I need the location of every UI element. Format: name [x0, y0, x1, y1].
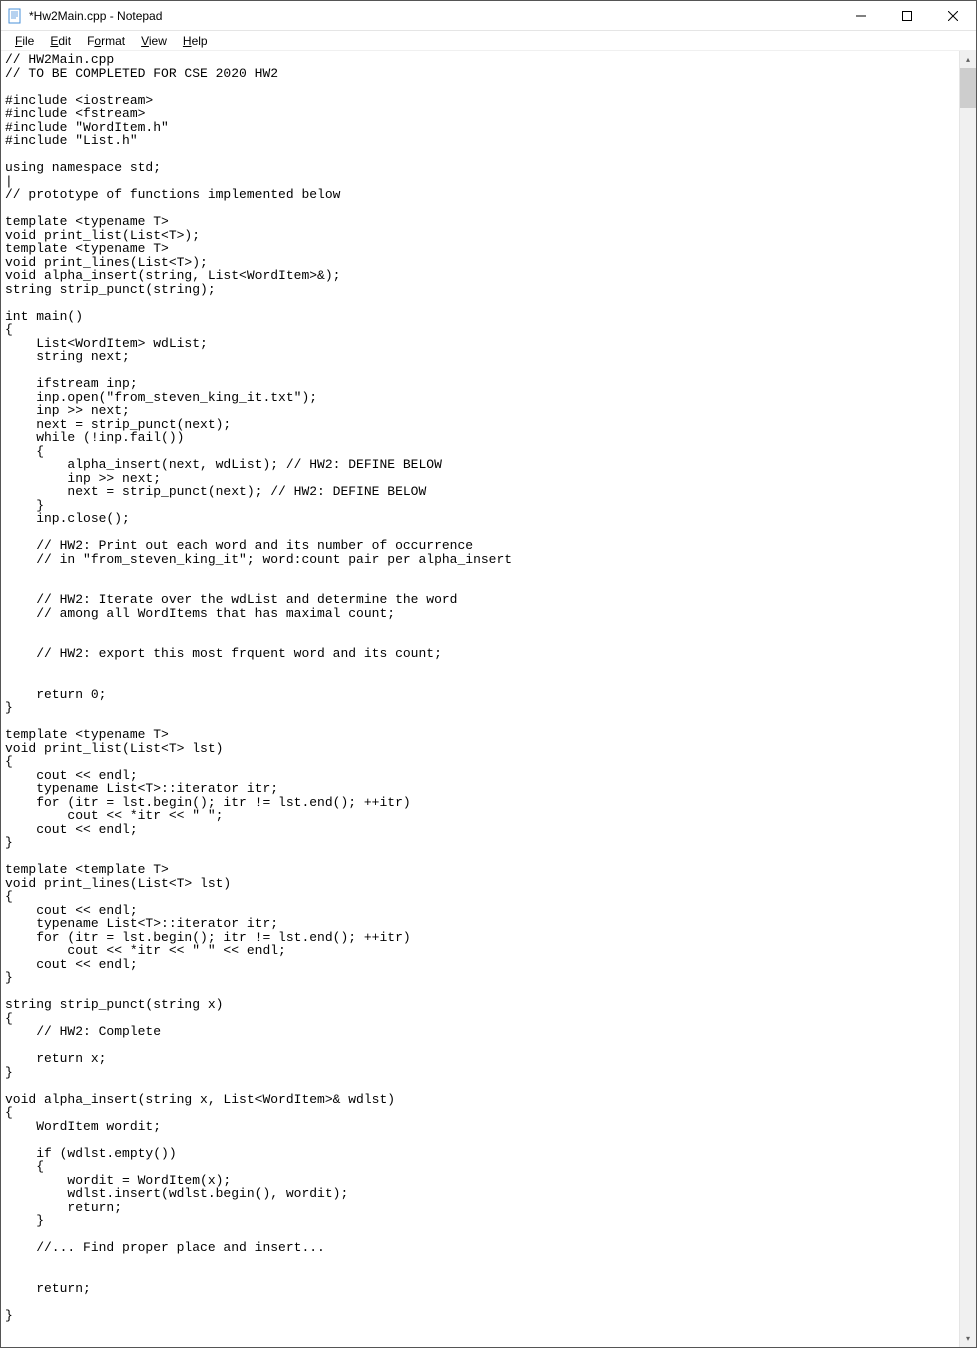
notepad-icon: [7, 8, 23, 24]
menubar: File Edit Format View Help: [1, 31, 976, 51]
menu-view[interactable]: View: [133, 32, 175, 50]
titlebar: *Hw2Main.cpp - Notepad: [1, 1, 976, 31]
text-editor[interactable]: // HW2Main.cpp // TO BE COMPLETED FOR CS…: [1, 51, 959, 1347]
menu-file[interactable]: File: [7, 32, 42, 50]
vertical-scrollbar[interactable]: ▴ ▾: [959, 51, 976, 1347]
menu-format[interactable]: Format: [79, 32, 133, 50]
menu-edit[interactable]: Edit: [42, 32, 79, 50]
scroll-down-arrow[interactable]: ▾: [960, 1330, 976, 1347]
close-button[interactable]: [930, 1, 976, 30]
editor-container: // HW2Main.cpp // TO BE COMPLETED FOR CS…: [1, 51, 976, 1347]
window-controls: [838, 1, 976, 30]
window-title: *Hw2Main.cpp - Notepad: [29, 9, 838, 23]
minimize-button[interactable]: [838, 1, 884, 30]
scroll-up-arrow[interactable]: ▴: [960, 51, 976, 68]
maximize-button[interactable]: [884, 1, 930, 30]
menu-help[interactable]: Help: [175, 32, 216, 50]
scroll-thumb[interactable]: [960, 68, 976, 108]
